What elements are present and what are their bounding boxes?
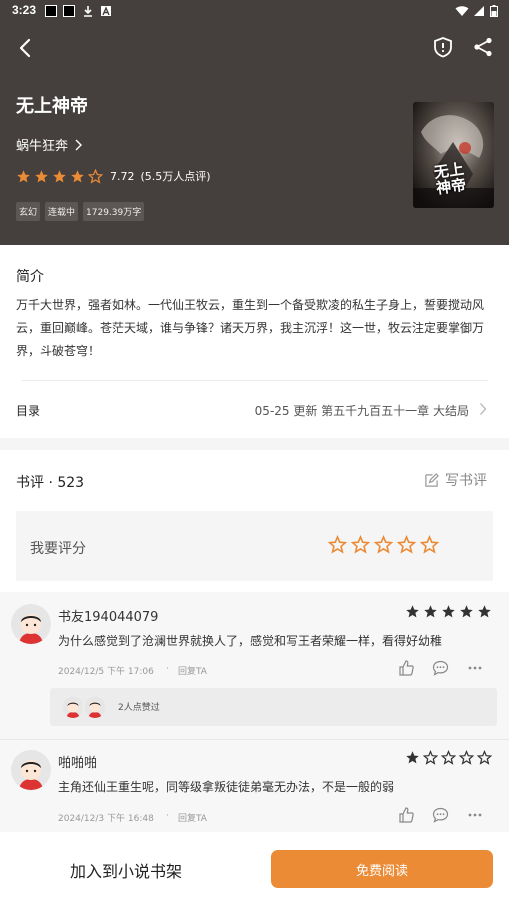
likes-box[interactable]: 2人点赞过 (50, 688, 497, 726)
section-gap (0, 438, 509, 450)
avatar[interactable] (11, 604, 51, 644)
star-icon (424, 605, 437, 618)
rate-star-2-icon[interactable] (351, 535, 370, 554)
book-title: 无上神帝 (16, 96, 88, 117)
comment-time: 2024/12/5 下午 17:06 (58, 667, 154, 677)
notification-icon (45, 5, 57, 17)
liker-avatar (82, 694, 108, 720)
star-icon (442, 605, 455, 618)
more-icon[interactable] (467, 807, 483, 823)
shield-icon[interactable] (432, 36, 454, 58)
rating-value: 7.72 (110, 169, 135, 183)
comment-text: 为什么感觉到了沧澜世界就换人了，感觉和写王者荣耀一样，看得好幼稚 (58, 634, 443, 648)
toc-latest-chapter: 05-25 更新 第五千九百五十一章 大结局 (254, 404, 469, 418)
meta-dot: · (166, 811, 169, 821)
like-icon[interactable] (398, 660, 414, 676)
rating-count: (5.5万人点评) (140, 170, 211, 183)
avatar[interactable] (11, 750, 51, 790)
rate-star-1-icon[interactable] (328, 535, 347, 554)
reply-link[interactable]: 回复TA (178, 811, 207, 824)
star-icon (17, 169, 30, 182)
my-rating-label: 我要评分 (30, 541, 86, 557)
rate-star-5-icon[interactable] (420, 535, 439, 554)
comment-actions (398, 660, 483, 676)
tag-status: 连载中 (45, 202, 79, 221)
star-outline-icon (441, 750, 456, 765)
download-icon (84, 6, 92, 17)
signal-icon (474, 6, 484, 16)
comment-item: 书友194044079 为什么感觉到了沧澜世界就换人了，感觉和写王者荣耀一样，看… (0, 592, 509, 740)
share-icon[interactable] (472, 36, 494, 58)
comment-user[interactable]: 书友194044079 (58, 606, 158, 625)
wifi-icon (455, 6, 469, 16)
more-icon[interactable] (467, 660, 483, 676)
rating-row: 7.72 (5.5万人点评) (16, 168, 211, 184)
add-to-shelf-button[interactable]: 加入到小说书架 (70, 858, 182, 882)
battery-icon (490, 5, 498, 17)
free-read-label: 免费阅读 (355, 863, 408, 879)
write-review-button[interactable]: 写书评 (424, 470, 487, 490)
star-icon (71, 169, 84, 182)
star-icon (406, 751, 419, 764)
star-outline-icon (477, 750, 492, 765)
star-outline-icon (459, 750, 474, 765)
chevron-right-icon (75, 139, 83, 150)
tag-genre: 玄幻 (16, 202, 41, 221)
avatar-image (11, 604, 51, 644)
comment-stars (405, 750, 492, 765)
comment-actions (398, 807, 483, 823)
review-header: 书评 · 523 (16, 475, 85, 491)
my-rating-panel: 我要评分 (16, 511, 493, 581)
rate-star-3-icon[interactable] (374, 535, 393, 554)
comment-user[interactable]: 啪啪啪 (58, 752, 97, 771)
intro-title: 简介 (16, 269, 44, 285)
cover-title: 无上神帝 (432, 159, 468, 198)
likes-count: 2人点赞过 (118, 703, 160, 713)
rate-star-4-icon[interactable] (397, 535, 416, 554)
star-outline-icon (88, 168, 103, 184)
tag-wordcount: 1729.39万字 (83, 202, 145, 221)
comment-list: 书友194044079 为什么感觉到了沧澜世界就换人了，感觉和写王者荣耀一样，看… (0, 592, 509, 832)
my-rating-stars (328, 535, 439, 554)
author-link[interactable]: 蜗牛狂奔 (16, 135, 83, 154)
meta-dot: · (166, 664, 169, 674)
comment-icon[interactable] (432, 807, 449, 823)
star-icon (35, 169, 48, 182)
star-icon (53, 169, 66, 182)
status-time: 3:23 (12, 3, 37, 17)
like-icon[interactable] (398, 807, 414, 823)
write-review-label: 写书评 (445, 473, 487, 489)
star-icon (460, 605, 473, 618)
reply-link[interactable]: 回复TA (178, 664, 207, 677)
font-icon (101, 6, 111, 16)
toc-label: 目录 (16, 404, 41, 418)
notification-icon (63, 5, 75, 17)
free-read-button[interactable]: 免费阅读 (271, 850, 493, 888)
status-bar: 3:23 (0, 0, 509, 22)
star-icon (406, 605, 419, 618)
comment-item: 啪啪啪 主角还仙王重生呢，同等级拿叛徒徒弟毫无办法，不是一般的弱 2024/12… (0, 740, 509, 832)
tag-list: 玄幻 连载中 1729.39万字 (16, 202, 145, 221)
edit-icon (425, 472, 439, 487)
author-name: 蜗牛狂奔 (16, 139, 69, 154)
star-icon (478, 605, 491, 618)
avatar-image (11, 750, 51, 790)
back-icon[interactable] (14, 36, 38, 60)
comment-stars (405, 604, 492, 619)
book-header: 无上神帝 蜗牛狂奔 7.72 (5.5万人点评) 玄幻 连载中 1729.39万… (0, 22, 509, 245)
bottom-bar: 加入到小说书架 免费阅读 (0, 834, 509, 904)
intro-text: 万千大世界，强者如林。一代仙王牧云，重生到一个备受欺凌的私生子身上，誓要搅动风云… (16, 298, 485, 358)
book-cover[interactable]: 无上神帝 (413, 102, 494, 208)
star-outline-icon (423, 750, 438, 765)
comment-icon[interactable] (432, 660, 449, 676)
chevron-right-icon (479, 403, 487, 415)
comment-text: 主角还仙王重生呢，同等级拿叛徒徒弟毫无办法，不是一般的弱 (58, 780, 395, 794)
comment-time: 2024/12/3 下午 16:48 (58, 814, 154, 824)
toc-row[interactable]: 目录 05-25 更新 第五千九百五十一章 大结局 (0, 390, 509, 430)
divider (22, 380, 488, 381)
